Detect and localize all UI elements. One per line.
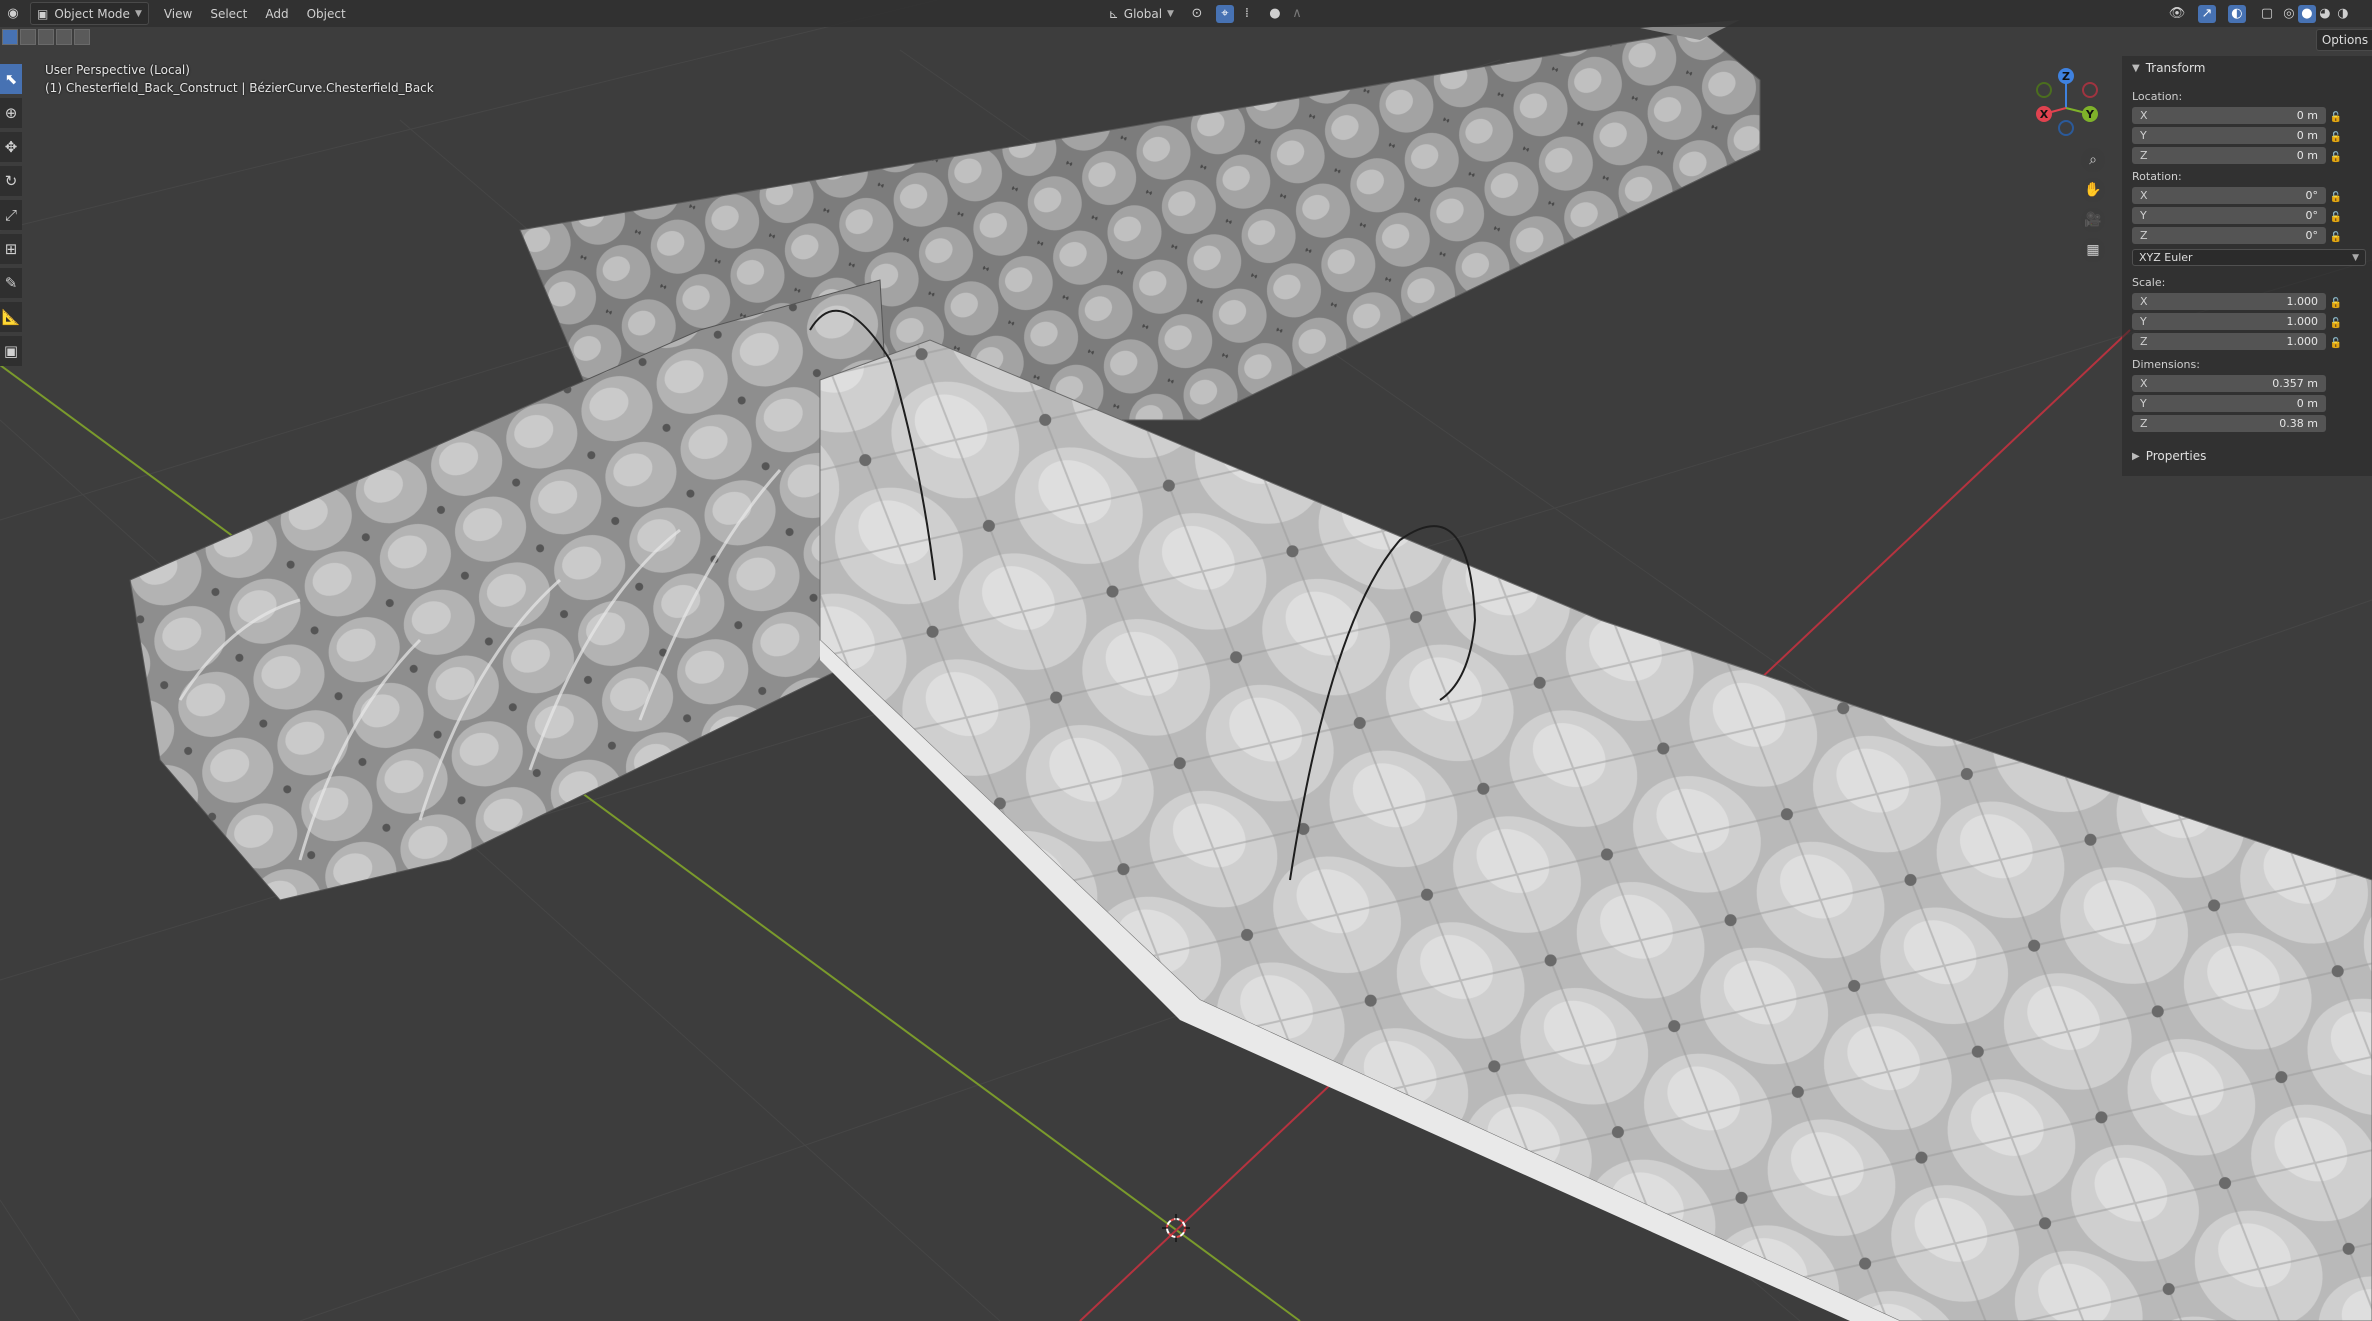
rotation-label: Rotation: (2132, 170, 2182, 183)
wireframe-shading-icon[interactable]: ◎ (2280, 5, 2298, 23)
orientation-icon: ⊾ (1108, 6, 1119, 21)
location-z-field[interactable]: Z0 m (2132, 147, 2326, 164)
rotate-tool-icon[interactable]: ↻ (0, 166, 22, 196)
dimensions-z-field[interactable]: Z 0.38 m (2132, 415, 2326, 432)
proportional-edit-icon[interactable]: ● (1266, 5, 1284, 23)
move-tool-icon[interactable]: ✥ (0, 132, 22, 162)
scale-z-field[interactable]: Z 1.000 (2132, 333, 2326, 350)
menu-view[interactable]: View (155, 3, 201, 24)
lock-icon[interactable]: 🔓 (2330, 151, 2342, 163)
cursor-tool-icon[interactable]: ⊕ (0, 98, 22, 128)
select-box-tool-icon[interactable]: ⬉ (0, 64, 22, 94)
add-cube-tool-icon[interactable]: ▣ (0, 336, 22, 366)
options-button[interactable]: Options (2316, 29, 2372, 51)
tool-shelf: ⬉ ⊕ ✥ ↻ ⤢ ⊞ ✎ 📐 ▣ (0, 64, 22, 366)
location-y-field[interactable]: Y0 m (2132, 127, 2326, 144)
menu-select[interactable]: Select (201, 3, 256, 24)
lock-icon[interactable]: 🔓 (2330, 111, 2342, 123)
select-invert-icon[interactable] (56, 29, 72, 45)
active-object-label: (1) Chesterfield_Back_Construct | Bézier… (45, 81, 434, 95)
xray-toggle-icon[interactable]: ▢ (2258, 5, 2276, 23)
scale-x-field[interactable]: X 1.000 (2132, 293, 2326, 310)
visibility-icon[interactable]: 👁 (2168, 5, 2186, 23)
measure-tool-icon[interactable]: 📐 (0, 302, 22, 332)
selection-mode-group (2, 29, 90, 45)
select-new-icon[interactable] (2, 29, 18, 45)
snap-target-icon[interactable]: ⁞ (1238, 5, 1256, 23)
solid-shading-icon[interactable]: ● (2297, 4, 2316, 23)
rotation-y-field[interactable]: Y 0° (2132, 207, 2326, 224)
ortho-grid-icon[interactable]: ▦ (2081, 238, 2105, 262)
mode-label: Object Mode (54, 6, 130, 21)
scale-tool-icon[interactable]: ⤢ (0, 200, 22, 230)
dimensions-label: Dimensions: (2132, 358, 2200, 371)
pivot-point-icon[interactable]: ⊙ (1188, 5, 1206, 23)
gizmo-toggle-icon[interactable]: ↗ (2197, 4, 2216, 23)
select-subtract-icon[interactable] (38, 29, 54, 45)
rotation-mode-select[interactable]: XYZ Euler ▼ (2132, 249, 2366, 266)
chevron-down-icon: ▼ (1167, 8, 1174, 19)
chevron-down-icon: ▼ (2132, 62, 2140, 74)
chevron-down-icon: ▼ (2352, 252, 2359, 263)
lock-icon[interactable]: 🔓 (2330, 191, 2342, 203)
location-label: Location: (2132, 90, 2183, 103)
editor-type-icon[interactable]: ◉ (4, 5, 22, 23)
zoom-icon[interactable]: ⌕ (2081, 148, 2105, 172)
transform-orientation-selector[interactable]: ⊾ Global ▼ (1103, 3, 1180, 24)
rendered-shading-icon[interactable]: ◑ (2334, 5, 2352, 23)
lock-icon[interactable]: 🔓 (2330, 297, 2342, 309)
menu-add[interactable]: Add (256, 3, 297, 24)
overlay-toggle-icon[interactable]: ◐ (2227, 4, 2246, 23)
annotate-tool-icon[interactable]: ✎ (0, 268, 22, 298)
orientation-label: Global (1123, 6, 1163, 21)
transform-tool-icon[interactable]: ⊞ (0, 234, 22, 264)
gizmo-y-axis[interactable]: Y (2082, 106, 2098, 122)
rotation-x-field[interactable]: X 0° (2132, 187, 2326, 204)
menu-object[interactable]: Object (298, 3, 355, 24)
lock-icon[interactable]: 🔓 (2330, 231, 2342, 243)
pan-hand-icon[interactable]: ✋ (2081, 178, 2105, 202)
scale-label: Scale: (2132, 276, 2166, 289)
viewport-nav-tools: ⌕ ✋ 🎥 ▦ (2081, 148, 2105, 262)
properties-panel-header[interactable]: ▶ Properties (2132, 446, 2206, 466)
select-extend-icon[interactable] (20, 29, 36, 45)
dimensions-x-field[interactable]: X 0.357 m (2132, 375, 2326, 392)
camera-view-icon[interactable]: 🎥 (2081, 208, 2105, 232)
gizmo-x-axis[interactable]: X (2036, 106, 2052, 122)
transform-title: Transform (2145, 61, 2206, 75)
mode-selector[interactable]: ▣ Object Mode ▼ (30, 2, 149, 25)
lock-icon[interactable]: 🔓 (2330, 337, 2342, 349)
object-mode-icon: ▣ (37, 6, 49, 21)
dimensions-y-field[interactable]: Y0 m (2132, 395, 2326, 412)
snap-toggle-icon[interactable]: ⌖ (1215, 4, 1234, 23)
select-intersect-icon[interactable] (74, 29, 90, 45)
lock-icon[interactable]: 🔓 (2330, 211, 2342, 223)
falloff-icon[interactable]: ∧ (1288, 5, 1306, 23)
rotation-z-field[interactable]: Z 0° (2132, 227, 2326, 244)
chevron-down-icon: ▼ (134, 8, 142, 19)
viewport-header: ◉ ▣ Object Mode ▼ View Select Add Object… (0, 0, 2372, 27)
gizmo-z-axis[interactable]: Z (2058, 68, 2074, 84)
lock-icon[interactable]: 🔓 (2330, 317, 2342, 329)
navigation-gizmo[interactable]: Z Y X (2028, 62, 2108, 142)
lock-icon[interactable]: 🔓 (2330, 131, 2342, 143)
scale-y-field[interactable]: Y 1.000 (2132, 313, 2326, 330)
viewport-scene (0, 0, 2372, 1321)
3d-viewport[interactable] (0, 0, 2372, 1321)
perspective-label: User Perspective (Local) (45, 63, 190, 77)
material-shading-icon[interactable]: ◕ (2316, 5, 2334, 23)
properties-title: Properties (2145, 449, 2207, 463)
transform-panel-header[interactable]: ▼ Transform (2132, 58, 2205, 78)
chevron-right-icon: ▶ (2132, 450, 2140, 462)
viewport-info: User Perspective (Local) (1) Chesterfiel… (45, 61, 434, 97)
location-x-field[interactable]: X0 m (2132, 107, 2326, 124)
